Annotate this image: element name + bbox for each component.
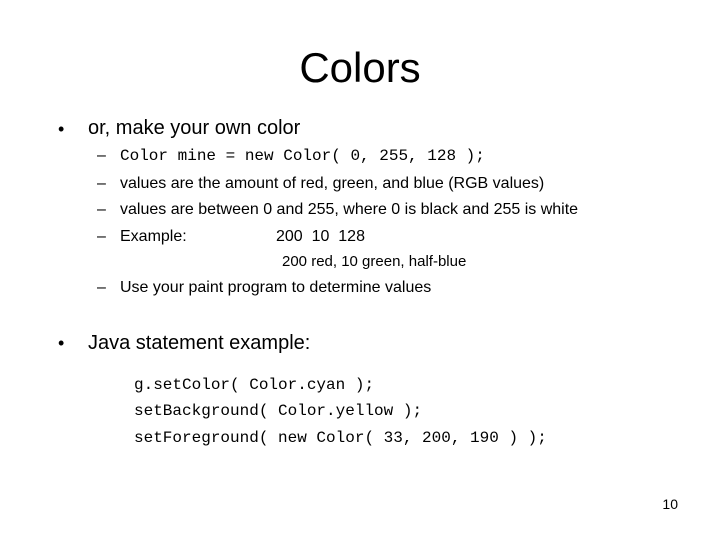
bullet-text: Java statement example:: [88, 332, 311, 354]
code-line: setForeground( new Color( 33, 200, 190 )…: [134, 429, 547, 447]
code-line: setBackground( Color.yellow );: [134, 402, 423, 420]
example-note: 200 red, 10 green, half-blue: [282, 253, 467, 270]
sub-item-text: values are between 0 and 255, where 0 is…: [120, 201, 579, 218]
bullet-marker: •: [58, 333, 65, 353]
dash-marker: –: [97, 228, 106, 245]
example-label: Example:: [120, 228, 187, 245]
bullet-marker: •: [58, 119, 65, 139]
sub-item-text: Use your paint program to determine valu…: [120, 279, 432, 296]
code-line: g.setColor( Color.cyan );: [134, 376, 375, 394]
sub-item-text: values are the amount of red, green, and…: [120, 175, 545, 192]
dash-marker: –: [97, 201, 106, 218]
example-value: 200 10 128: [276, 228, 365, 245]
slide-title: Colors: [299, 44, 421, 91]
page-number: 10: [662, 496, 678, 512]
code-example-text: Color mine = new Color( 0, 255, 128 );: [120, 147, 485, 165]
dash-marker: –: [97, 147, 106, 164]
dash-marker: –: [97, 279, 106, 296]
dash-marker: –: [97, 175, 106, 192]
bullet-text: or, make your own color: [88, 117, 301, 139]
